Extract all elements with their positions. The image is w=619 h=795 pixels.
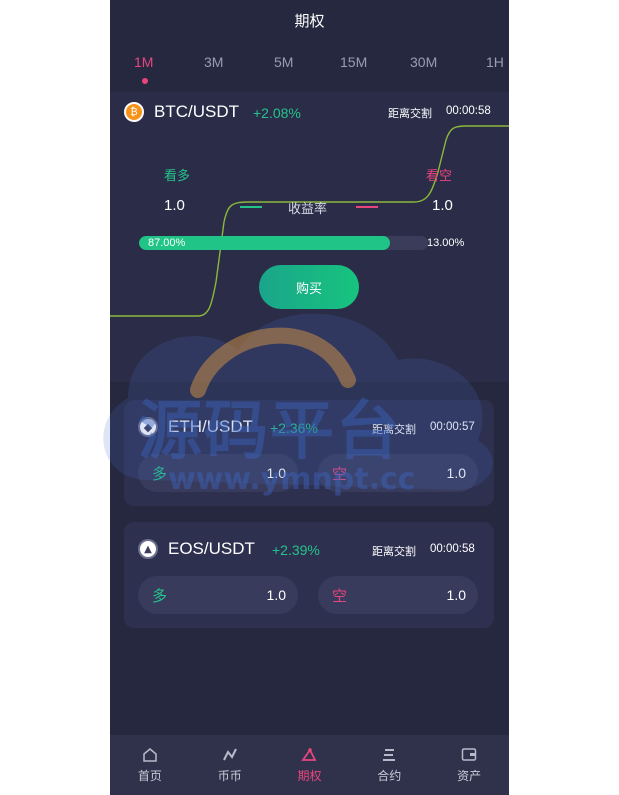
- eth-countdown: 00:00:57: [430, 421, 475, 433]
- eth-change: +2.36%: [270, 420, 318, 436]
- long-percent: 87.00%: [148, 237, 186, 249]
- tab-3m[interactable]: 3M: [204, 54, 223, 70]
- eth-option-card[interactable]: ◆ ETH/USDT +2.36% 距离交割 00:00:57 多 1.0 空 …: [124, 400, 494, 506]
- wallet-icon: [460, 747, 478, 763]
- short-label: 看空: [426, 169, 453, 184]
- eth-long-value: 1.0: [266, 465, 286, 481]
- long-label: 看多: [164, 169, 191, 184]
- eth-short-button[interactable]: 空 1.0: [318, 454, 478, 492]
- hero-countdown: 00:00:58: [446, 105, 491, 117]
- trend-icon: [221, 747, 239, 763]
- home-icon: [141, 747, 159, 763]
- eos-coin-icon: ▲: [138, 539, 158, 559]
- tab-15m[interactable]: 15M: [340, 54, 367, 70]
- hero-pair: BTC/USDT: [154, 102, 239, 121]
- eos-pair: EOS/USDT: [168, 539, 255, 558]
- short-legend-line: [356, 206, 378, 208]
- eth-long-label: 多: [152, 465, 168, 483]
- btc-coin-icon: ₿: [124, 102, 144, 122]
- nav-item-home[interactable]: 首页: [110, 735, 190, 795]
- eos-change: +2.39%: [272, 542, 320, 558]
- nav-item-assets[interactable]: 资产: [429, 735, 509, 795]
- buy-button[interactable]: 购买: [259, 265, 359, 309]
- nav-item-contract[interactable]: 合约: [349, 735, 429, 795]
- tab-30m[interactable]: 30M: [410, 54, 437, 70]
- eos-long-label: 多: [152, 587, 168, 605]
- eth-short-label: 空: [332, 465, 348, 483]
- option-icon: [300, 747, 318, 763]
- top-bar: 期权: [110, 0, 509, 40]
- eos-long-value: 1.0: [266, 587, 286, 603]
- nav-label-options: 期权: [297, 768, 322, 783]
- contract-icon: [380, 747, 398, 763]
- eth-long-button[interactable]: 多 1.0: [138, 454, 298, 492]
- short-value: 1.0: [432, 197, 453, 214]
- long-legend-line: [240, 206, 262, 208]
- long-value: 1.0: [164, 197, 185, 214]
- eos-long-button[interactable]: 多 1.0: [138, 576, 298, 614]
- eth-pair: ETH/USDT: [168, 417, 253, 436]
- hero-card: ₿ BTC/USDT +2.08% 距离交割 00:00:58 看多 看空 1.…: [110, 92, 509, 382]
- nav-item-options[interactable]: 期权: [270, 735, 350, 795]
- hero-countdown-label: 距离交割: [388, 107, 432, 120]
- eos-countdown-label: 距离交割: [372, 545, 416, 558]
- nav-label-home: 首页: [137, 768, 162, 783]
- eth-coin-icon: ◆: [138, 417, 158, 437]
- tab-1m[interactable]: 1M: [134, 54, 153, 70]
- eth-short-value: 1.0: [446, 465, 466, 481]
- nav-item-spot[interactable]: 币币: [190, 735, 270, 795]
- page-title: 期权: [294, 11, 325, 30]
- tab-5m[interactable]: 5M: [274, 54, 293, 70]
- nav-label-contract: 合约: [377, 768, 402, 783]
- tab-1h[interactable]: 1H: [486, 54, 504, 70]
- short-percent: 13.00%: [427, 237, 465, 249]
- active-tab-indicator: [142, 78, 148, 84]
- eos-option-card[interactable]: ▲ EOS/USDT +2.39% 距离交割 00:00:58 多 1.0 空 …: [124, 522, 494, 628]
- eos-short-value: 1.0: [446, 587, 466, 603]
- period-tabs: 1M 3M 5M 15M 30M 1H: [110, 40, 509, 90]
- eos-short-label: 空: [332, 587, 348, 605]
- bottom-nav: 首页 币币 期权 合约 资产: [110, 735, 509, 795]
- yield-label: 收益率: [288, 202, 328, 217]
- nav-label-assets: 资产: [457, 768, 482, 783]
- eth-countdown-label: 距离交割: [372, 423, 416, 436]
- eos-short-button[interactable]: 空 1.0: [318, 576, 478, 614]
- hero-change: +2.08%: [253, 105, 301, 121]
- nav-label-spot: 币币: [217, 768, 242, 783]
- eos-countdown: 00:00:58: [430, 543, 475, 555]
- app-screen: 期权 1M 3M 5M 15M 30M 1H ₿ BTC/USDT +2.08%…: [110, 0, 509, 795]
